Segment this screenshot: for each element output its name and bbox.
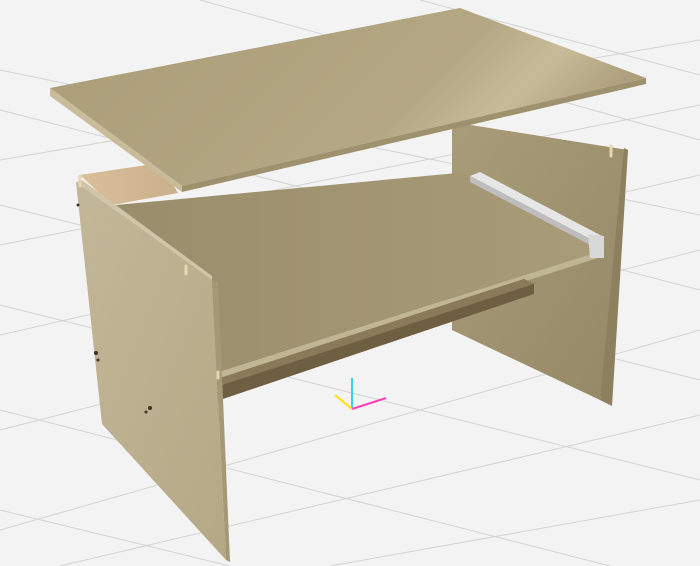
scene-canvas[interactable] <box>0 0 700 566</box>
axis-gizmo <box>334 378 387 410</box>
3d-viewport[interactable] <box>0 0 700 566</box>
